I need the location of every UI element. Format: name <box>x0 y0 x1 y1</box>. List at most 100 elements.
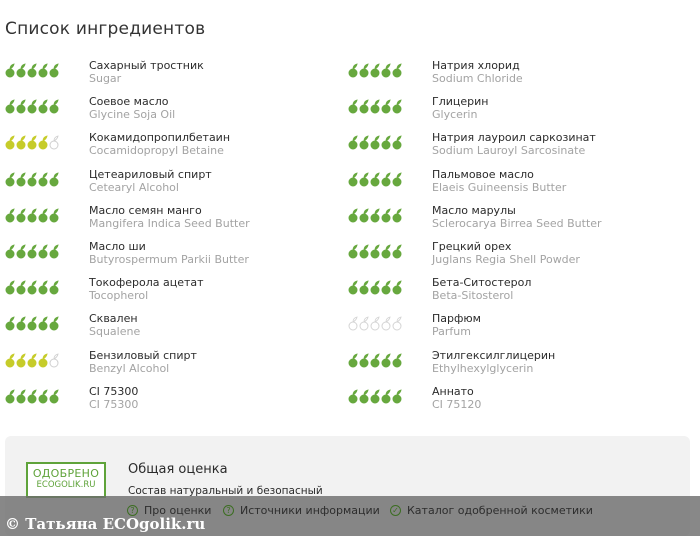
info-sources-link[interactable]: ? Источники информации <box>223 504 380 517</box>
rating-drop-icon <box>392 99 402 114</box>
rating-drop-icon <box>49 99 59 114</box>
rating-drop-icon <box>27 352 37 367</box>
rating-drop-icon <box>348 280 358 295</box>
ingredient-rating <box>348 57 432 78</box>
ingredient-row[interactable]: Грецкий орех Juglans Regia Shell Powder <box>348 238 688 274</box>
ingredient-row[interactable]: Аннато CI 75120 <box>348 383 688 419</box>
ingredient-row[interactable]: Соевое масло Glycine Soja Oil <box>5 93 345 129</box>
ingredient-name: Глицерин <box>432 95 489 109</box>
ingredient-rating <box>5 383 89 404</box>
ingredient-name: Соевое масло <box>89 95 169 109</box>
ingredient-name: Сквален <box>89 312 138 326</box>
rating-drop-icon <box>348 208 358 223</box>
rating-drop-icon <box>392 135 402 150</box>
ingredient-row[interactable]: Масло ши Butyrospermum Parkii Butter <box>5 238 345 274</box>
rating-drop-icon <box>381 244 391 259</box>
ingredient-rating <box>5 347 89 368</box>
rating-drop-icon <box>381 352 391 367</box>
rating-drop-icon <box>348 389 358 404</box>
rating-drop-icon <box>370 135 380 150</box>
rating-drop-icon <box>49 280 59 295</box>
rating-drop-icon <box>38 352 48 367</box>
rating-drop-icon <box>38 135 48 150</box>
ingredient-names: Натрия лауроил саркозинат Sodium Lauroyl … <box>432 129 596 157</box>
rating-drop-icon <box>49 352 59 367</box>
rating-drop-icon <box>359 244 369 259</box>
ingredient-row[interactable]: Сахарный тростник Sugar <box>5 57 345 93</box>
ingredient-row[interactable]: Кокамидопропилбетаин Cocamidopropyl Betai… <box>5 129 345 165</box>
ingredient-names: Глицерин Glycerin <box>432 93 488 121</box>
rating-drop-icon <box>348 135 358 150</box>
rating-drop-icon <box>392 280 402 295</box>
rating-drop-icon <box>359 280 369 295</box>
ingredient-latin-name: Sodium Chloride <box>432 72 523 85</box>
rating-drop-icon <box>38 208 48 223</box>
ingredient-names: Грецкий орех Juglans Regia Shell Powder <box>432 238 580 266</box>
ingredient-latin-name: Cetearyl Alcohol <box>89 180 179 194</box>
rating-drop-icon <box>359 389 369 404</box>
rating-drop-icon <box>16 280 26 295</box>
rating-drop-icon <box>370 244 380 259</box>
ingredient-row[interactable]: Пальмовое масло Elaeis Guineensis Butter <box>348 166 688 202</box>
ingredient-row[interactable]: Этилгексилглицерин Ethylhexylglycerin <box>348 347 688 383</box>
rating-drop-icon <box>27 208 37 223</box>
ingredient-rating <box>5 57 89 78</box>
ingredient-name: Кокамидопропилбетаин <box>89 131 231 145</box>
rating-drop-icon <box>5 244 15 259</box>
ingredients-column-left: Сахарный тростник Sugar Соевое масло Glycin… <box>5 57 345 419</box>
ingredient-name: Масло марулы <box>432 203 516 217</box>
ingredient-row[interactable]: Натрия лауроил саркозинат Sodium Lauroyl … <box>348 129 688 165</box>
ingredient-name: Токоферола ацетат <box>89 276 204 290</box>
ingredient-name: Бензиловый спирт <box>89 348 197 362</box>
rating-drop-icon <box>16 389 26 404</box>
ingredient-name: Масло ши <box>89 239 146 253</box>
ingredient-names: CI 75300 CI 75300 <box>89 383 138 411</box>
check-circle-icon: ✓ <box>390 505 401 516</box>
ingredient-latin-name: Ethylhexylglycerin <box>432 361 534 375</box>
ingredient-row[interactable]: Бензиловый спирт Benzyl Alcohol <box>5 347 345 383</box>
ingredient-row[interactable]: Масло марулы Sclerocarya Birrea Seed Butt… <box>348 202 688 238</box>
rating-drop-icon <box>370 352 380 367</box>
ingredient-row[interactable]: Парфюм Parfum <box>348 310 688 346</box>
rating-drop-icon <box>27 244 37 259</box>
ingredient-names: Этилгексилглицерин Ethylhexylglycerin <box>432 347 555 375</box>
page-title: Список ингредиентов <box>5 19 206 39</box>
ingredient-row[interactable]: Токоферола ацетат Tocopherol <box>5 274 345 310</box>
approved-badge-site: ECOGOLIK.RU <box>36 480 96 490</box>
ingredient-row[interactable]: Глицерин Glycerin <box>348 93 688 129</box>
rating-drop-icon <box>370 316 380 331</box>
rating-drop-icon <box>16 244 26 259</box>
rating-drop-icon <box>392 389 402 404</box>
ingredient-row[interactable]: CI 75300 CI 75300 <box>5 383 345 419</box>
ingredient-latin-name: Parfum <box>432 325 471 339</box>
ingredient-latin-name: Benzyl Alcohol <box>89 361 170 375</box>
approved-catalog-link[interactable]: ✓ Каталог одобренной косметики <box>390 504 593 517</box>
rating-drop-icon <box>359 352 369 367</box>
ingredient-name: Этилгексилглицерин <box>432 348 556 362</box>
ingredient-name: Пальмовое масло <box>432 167 534 181</box>
rating-drop-icon <box>49 135 59 150</box>
rating-drop-icon <box>27 171 37 187</box>
rating-drop-icon <box>359 63 369 78</box>
rating-drop-icon <box>16 135 26 150</box>
ingredient-row[interactable]: Масло семян манго Mangifera Indica Seed B… <box>5 202 345 238</box>
rating-drop-icon <box>5 389 15 404</box>
ingredient-row[interactable]: Натрия хлорид Sodium Chloride <box>348 57 688 93</box>
rating-drop-icon <box>359 316 369 331</box>
rating-drop-icon <box>370 99 380 114</box>
rating-drop-icon <box>27 63 37 78</box>
ingredient-names: Цетеариловый спирт Cetearyl Alcohol <box>89 166 212 194</box>
ingredient-row[interactable]: Сквален Squalene <box>5 310 345 346</box>
ingredient-name: Аннато <box>432 384 474 398</box>
question-circle-icon: ? <box>223 505 234 516</box>
rating-drop-icon <box>348 244 358 259</box>
rating-drop-icon <box>16 63 26 78</box>
rating-drop-icon <box>38 99 48 114</box>
ingredient-row[interactable]: Цетеариловый спирт Cetearyl Alcohol <box>5 166 345 202</box>
ingredient-rating <box>348 93 432 114</box>
rating-drop-icon <box>49 171 59 187</box>
rating-drop-icon <box>16 99 26 114</box>
ingredient-row[interactable]: Бета-Ситостерол Beta-Sitosterol <box>348 274 688 310</box>
rating-drop-icon <box>392 316 402 331</box>
ingredients-column-right: Натрия хлорид Sodium Chloride Глицерин Glyc… <box>348 57 688 419</box>
